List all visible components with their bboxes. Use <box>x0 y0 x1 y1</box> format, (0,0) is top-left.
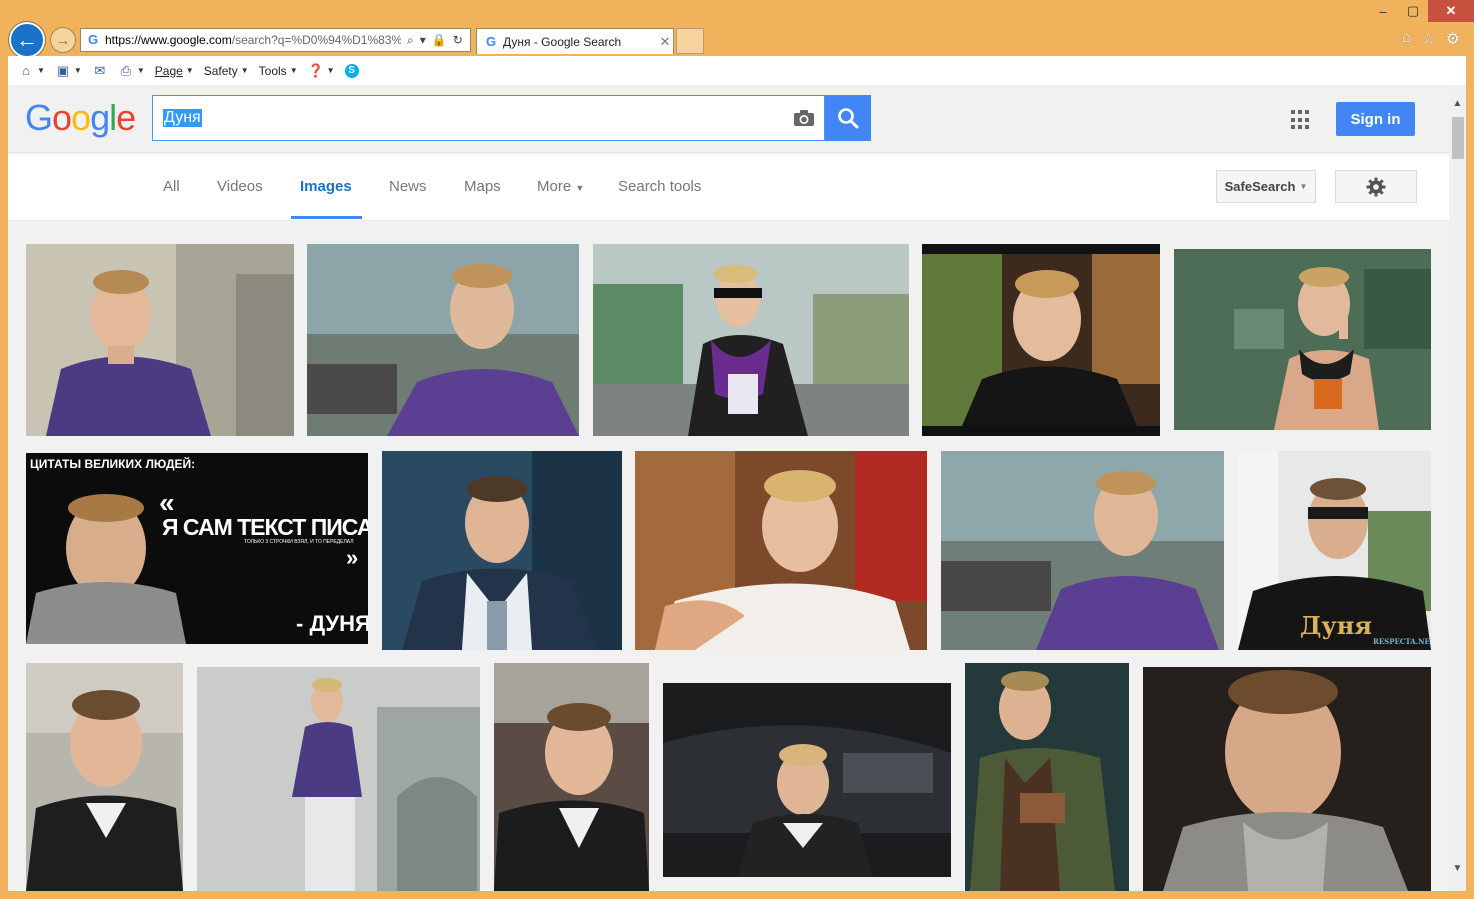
minimize-button[interactable]: – <box>1368 0 1398 22</box>
image-result[interactable] <box>922 244 1160 436</box>
lock-icon[interactable]: 🔒 <box>432 33 447 48</box>
search-icon[interactable]: ⌕ <box>407 33 414 48</box>
help-icon: ❓ <box>307 62 324 78</box>
tab-maps[interactable]: Maps <box>464 178 501 195</box>
chevron-down-icon: ▼ <box>1299 182 1308 191</box>
address-bar[interactable]: G https://www.google.com/search?q=%D0%94… <box>80 28 471 52</box>
quote-main: Я САМ ТЕКСТ ПИСАЛ <box>162 514 368 540</box>
image-result[interactable] <box>26 244 294 436</box>
tab-news[interactable]: News <box>389 178 427 195</box>
quote-close-mark: » <box>346 545 359 570</box>
tab-videos[interactable]: Videos <box>217 178 263 195</box>
dropdown-arrow-icon[interactable]: ▾ <box>420 33 426 48</box>
settings-button[interactable] <box>1335 170 1417 203</box>
quote-heading: ЦИТАТЫ ВЕЛИКИХ ЛЮДЕЙ: <box>30 457 196 471</box>
home-icon[interactable]: ⌂ <box>1402 29 1412 49</box>
browser-chrome: ← → G https://www.google.com/search?q=%D… <box>0 0 1474 85</box>
google-page: Google Дуня Sign in All Videos Images Ne… <box>8 85 1466 891</box>
magnifier-icon <box>838 108 859 129</box>
rss-feed-icon: ▣ <box>56 62 70 78</box>
command-bar: ⌂ ▼ ▣ ▼ ✉ ⎙ ▼ Page ▼ Safety ▼ Tools ▼ ❓ ▼ S <box>8 56 1466 85</box>
image-result[interactable] <box>1174 249 1431 430</box>
google-header: Google Дуня Sign in <box>8 85 1449 153</box>
image-result[interactable] <box>635 451 927 650</box>
safesearch-button[interactable]: SafeSearch ▼ <box>1216 170 1316 203</box>
image-result[interactable] <box>26 663 183 891</box>
google-logo[interactable]: Google <box>25 97 136 139</box>
quote-subtext: ТОЛЬКО 3 СТРОЧКИ ВЗЯЛ, И ТО ПЕРЕДЕЛАЛ <box>244 539 354 545</box>
google-favicon-icon: G <box>485 33 497 49</box>
skype-icon[interactable]: S <box>344 63 359 78</box>
feeds-button[interactable]: ▣ ▼ <box>55 62 82 78</box>
search-box: Дуня <box>152 95 825 141</box>
safety-menu[interactable]: Safety ▼ <box>204 64 249 78</box>
image-result[interactable] <box>1143 667 1431 891</box>
forward-button[interactable]: → <box>50 27 76 53</box>
image-result[interactable] <box>663 683 951 877</box>
search-input[interactable]: Дуня <box>153 96 784 140</box>
image-result[interactable] <box>965 663 1129 891</box>
maximize-button[interactable]: ▢ <box>1398 0 1428 22</box>
image-result[interactable] <box>382 451 622 650</box>
close-window-button[interactable]: ✕ <box>1428 0 1474 22</box>
back-button[interactable]: ← <box>9 22 45 58</box>
tools-menu[interactable]: Tools ▼ <box>259 64 298 78</box>
image-result[interactable] <box>593 244 909 436</box>
chevron-down-icon: ▼ <box>575 183 585 193</box>
new-tab-button[interactable] <box>676 28 704 54</box>
scroll-down-icon[interactable]: ▼ <box>1449 860 1466 877</box>
scrollbar-thumb[interactable] <box>1452 117 1464 159</box>
tab-title: Дуня - Google Search <box>503 34 622 49</box>
close-tab-icon[interactable]: ✕ <box>657 34 673 50</box>
search-query-text: Дуня <box>163 109 202 127</box>
scroll-up-icon[interactable]: ▲ <box>1449 95 1466 112</box>
address-url[interactable]: https://www.google.com/search?q=%D0%94%D… <box>105 33 401 47</box>
apps-grid-icon[interactable] <box>1291 110 1311 130</box>
tab-more[interactable]: More ▼ <box>537 178 584 195</box>
tab-google-search[interactable]: G Дуня - Google Search ✕ <box>476 28 674 54</box>
home-icon: ⌂ <box>22 63 30 78</box>
sign-in-button[interactable]: Sign in <box>1336 102 1415 136</box>
home-button[interactable]: ⌂ ▼ <box>18 63 45 78</box>
refresh-icon[interactable]: ↻ <box>453 33 463 48</box>
tab-images[interactable]: Images <box>300 178 352 195</box>
quote-author: - ДУНЯ <box>296 611 368 636</box>
gear-icon <box>1366 177 1386 196</box>
mail-button[interactable]: ✉ <box>92 62 108 78</box>
page-menu[interactable]: Page ▼ <box>155 64 194 78</box>
search-nav: All Videos Images News Maps More ▼ Searc… <box>8 154 1449 221</box>
image-result[interactable] <box>941 451 1224 650</box>
image-result[interactable]: Дуня RESPECTA.NET <box>1238 451 1431 650</box>
settings-gear-icon[interactable]: ⚙ <box>1446 29 1460 49</box>
vertical-scrollbar[interactable]: ▲ ▼ <box>1449 85 1466 891</box>
shirt-text: Дуня <box>1300 611 1372 640</box>
camera-icon[interactable] <box>784 96 824 140</box>
window-controls: – ▢ ✕ <box>1368 0 1474 22</box>
image-result[interactable] <box>494 663 649 891</box>
active-tab-indicator <box>291 216 362 219</box>
print-button[interactable]: ⎙ ▼ <box>118 62 145 78</box>
google-favicon-icon: G <box>87 32 99 47</box>
tab-search-tools[interactable]: Search tools <box>618 178 701 195</box>
printer-icon: ⎙ <box>120 62 132 78</box>
help-button[interactable]: ❓ ▼ <box>307 62 335 78</box>
favorites-star-icon[interactable]: ☆ <box>1421 29 1435 49</box>
site-watermark: RESPECTA.NET <box>1373 637 1431 646</box>
search-button[interactable] <box>825 95 871 141</box>
image-result[interactable] <box>307 244 579 436</box>
image-result-quote[interactable]: ЦИТАТЫ ВЕЛИКИХ ЛЮДЕЙ: « Я САМ ТЕКСТ ПИСА… <box>26 453 368 644</box>
mail-icon: ✉ <box>94 62 106 78</box>
image-result[interactable] <box>197 667 480 891</box>
tab-all[interactable]: All <box>163 178 180 195</box>
